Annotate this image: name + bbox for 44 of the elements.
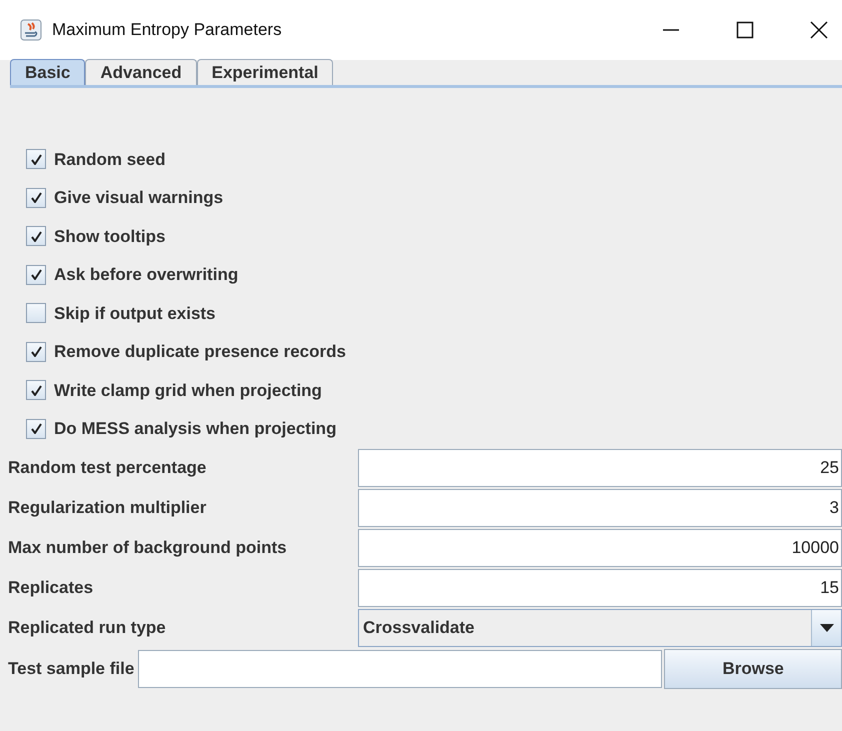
- checkbox[interactable]: [26, 226, 46, 246]
- checkmark-icon: [30, 423, 42, 434]
- checkbox-label: Do MESS analysis when projecting: [54, 418, 336, 440]
- browse-button[interactable]: Browse: [664, 649, 842, 689]
- checkmark-icon: [30, 346, 42, 358]
- input-field[interactable]: 25: [358, 449, 842, 487]
- app-icon: [20, 19, 42, 41]
- checkbox-label: Show tooltips: [54, 226, 166, 248]
- input-field[interactable]: 15: [358, 569, 842, 607]
- checkbox-label: Write clamp grid when projecting: [54, 380, 322, 402]
- checkbox[interactable]: [26, 149, 46, 170]
- tab[interactable]: Basic: [10, 59, 86, 85]
- checkmark-icon: [30, 384, 42, 396]
- checkbox[interactable]: [26, 188, 46, 208]
- maximize-icon[interactable]: [736, 21, 754, 39]
- dropdown[interactable]: Crossvalidate: [358, 609, 842, 647]
- input-field[interactable]: 3: [358, 489, 842, 527]
- field-label: Replicated run type: [8, 617, 167, 640]
- window-title: Maximum Entropy Parameters: [52, 19, 282, 42]
- checkmark-icon: [30, 269, 42, 280]
- input-field[interactable]: 10000: [358, 529, 842, 567]
- checkbox[interactable]: [26, 418, 46, 439]
- checkbox-label: Skip if output exists: [54, 302, 216, 324]
- checkbox[interactable]: [26, 380, 46, 400]
- checkmark-icon: [30, 192, 42, 204]
- checkbox[interactable]: [26, 264, 46, 285]
- field-label: Replicates: [8, 577, 94, 600]
- close-icon[interactable]: [810, 21, 828, 39]
- checkbox[interactable]: [26, 342, 46, 362]
- caret-icon: [820, 624, 834, 632]
- field-label: Test sample file: [8, 658, 134, 680]
- checkbox-label: Ask before overwriting: [54, 264, 238, 286]
- field-label: Regularization multiplier: [8, 497, 208, 520]
- checkbox-label: Give visual warnings: [54, 187, 224, 209]
- checkbox-label: Random seed: [54, 148, 166, 170]
- field-label: Random test percentage: [8, 457, 208, 480]
- checkmark-icon: [30, 230, 42, 242]
- tab[interactable]: Experimental: [196, 59, 334, 85]
- checkbox[interactable]: [26, 303, 46, 324]
- tab[interactable]: Advanced: [85, 59, 197, 85]
- field-label: Max number of background points: [8, 537, 288, 560]
- checkmark-icon: [30, 154, 42, 165]
- input-field[interactable]: [138, 650, 662, 688]
- checkbox-label: Remove duplicate presence records: [54, 341, 346, 363]
